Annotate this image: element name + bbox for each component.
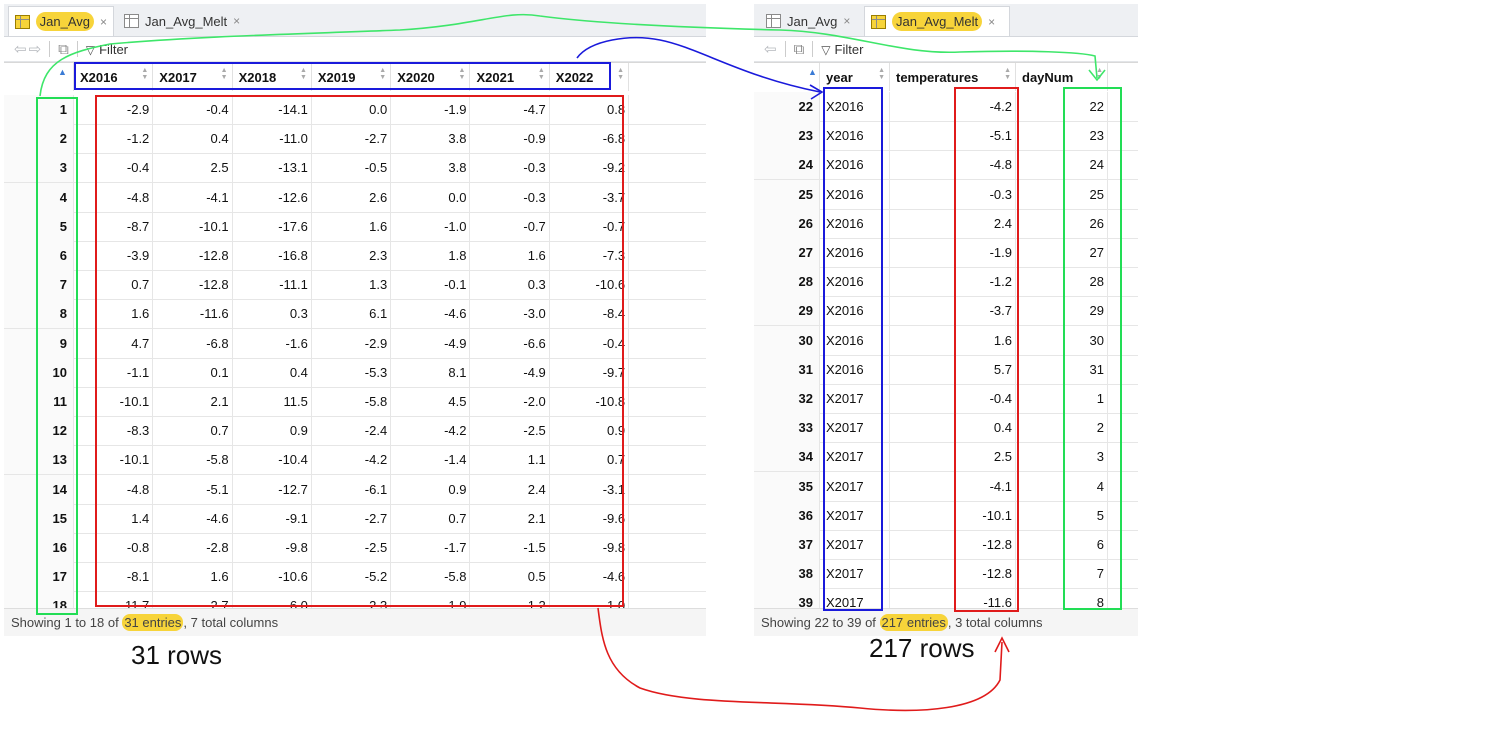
red-arrow <box>597 607 1003 712</box>
annotation-arrows <box>39 13 1106 712</box>
blue-arrowhead <box>809 84 824 100</box>
blue-arrow <box>576 37 821 93</box>
green-arrow <box>39 13 1098 97</box>
